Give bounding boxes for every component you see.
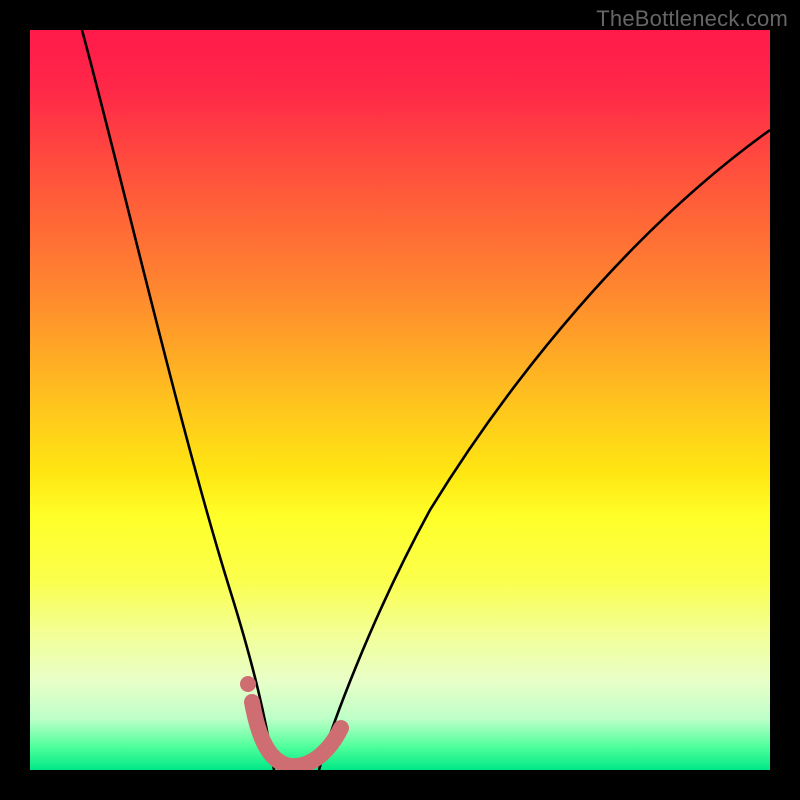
chart-frame: TheBottleneck.com — [0, 0, 800, 800]
curves-layer — [30, 30, 770, 770]
left-curve — [82, 30, 274, 770]
highlight-arc — [252, 702, 341, 766]
plot-area — [30, 30, 770, 770]
right-curve — [319, 130, 770, 770]
watermark-text: TheBottleneck.com — [596, 6, 788, 32]
highlight-dot — [240, 676, 256, 692]
